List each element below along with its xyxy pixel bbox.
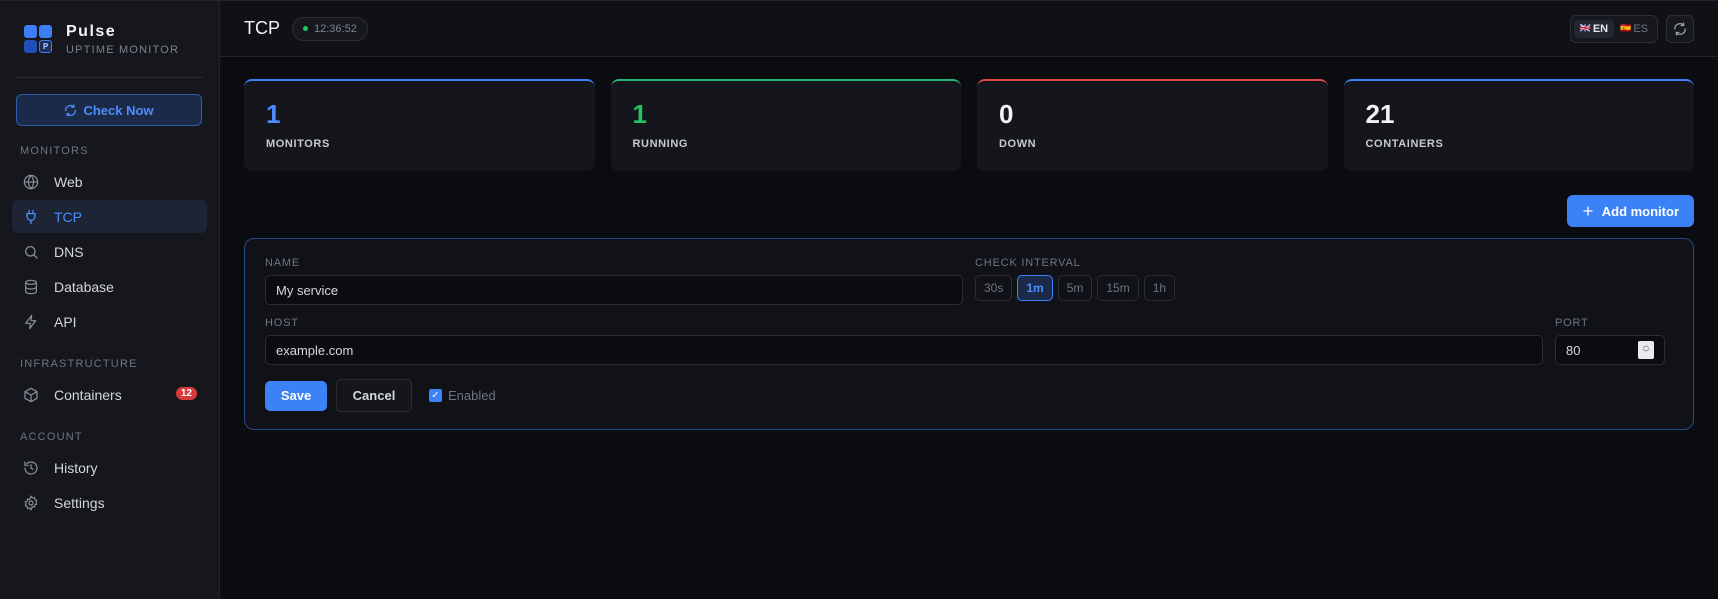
stat-label: MONITORS (266, 138, 330, 150)
database-icon (22, 278, 40, 296)
check-interval-label: CHECK INTERVAL (975, 257, 1081, 269)
port-value: 80 (1566, 342, 1581, 358)
refresh-icon (1674, 22, 1686, 35)
sidebar-item-settings[interactable]: Settings (12, 486, 207, 519)
live-clock: 12:36:52 (292, 16, 368, 41)
section-account: ACCOUNT (20, 431, 83, 443)
interval-option-15m[interactable]: 15m (1097, 275, 1139, 301)
sidebar-item-api[interactable]: API (12, 305, 207, 338)
stats-row: 1 MONITORS 1 RUNNING 0 DOWN 21 CONTAINER… (244, 79, 1694, 171)
page-title: TCP (244, 18, 280, 38)
sidebar: P Pulse UPTIME MONITOR Check Now MONITOR… (0, 1, 220, 599)
stat-card-monitors: 1 MONITORS (244, 79, 595, 171)
section-monitors: MONITORS (20, 145, 89, 157)
stat-value: 1 (632, 99, 647, 129)
brand-subtitle: UPTIME MONITOR (66, 43, 180, 56)
main-content: TCP 12:36:52 🇬🇧 EN 🇪🇸 ES 1 MONITORS 1 RU… (220, 1, 1718, 599)
host-label: HOST (265, 317, 299, 329)
history-icon (22, 459, 40, 477)
status-dot-icon (303, 26, 308, 31)
refresh-button[interactable] (1666, 14, 1694, 43)
sidebar-item-web[interactable]: Web (12, 165, 207, 198)
name-label: NAME (265, 257, 300, 269)
refresh-icon (65, 103, 77, 117)
check-now-label: Check Now (83, 102, 154, 118)
language-switcher: 🇬🇧 EN 🇪🇸 ES (1569, 14, 1658, 43)
stat-value: 1 (266, 99, 281, 129)
stat-label: DOWN (999, 138, 1037, 150)
port-label: PORT (1555, 317, 1589, 329)
stat-label: CONTAINERS (1365, 138, 1444, 150)
pulse-logo-icon: P (24, 25, 52, 53)
stat-value: 21 (1365, 99, 1395, 129)
monitor-form: NAME My service CHECK INTERVAL 30s 1m 5m… (244, 238, 1694, 430)
chevron-up-icon: ︿ (1642, 342, 1650, 349)
sidebar-item-database[interactable]: Database (12, 270, 207, 303)
chevron-down-icon: ﹀ (1642, 350, 1650, 357)
clock-time: 12:36:52 (314, 22, 357, 35)
sidebar-item-label: History (54, 459, 98, 476)
top-bar: TCP 12:36:52 🇬🇧 EN 🇪🇸 ES (220, 1, 1718, 57)
sidebar-item-tcp[interactable]: TCP (12, 200, 207, 233)
sidebar-item-label: DNS (54, 243, 84, 260)
sidebar-item-label: TCP (54, 208, 82, 225)
port-stepper[interactable]: ︿ ﹀ (1638, 341, 1654, 359)
sidebar-item-label: Containers (54, 386, 122, 403)
brand: P Pulse UPTIME MONITOR (16, 1, 203, 78)
sidebar-item-history[interactable]: History (12, 451, 207, 484)
plus-icon (1583, 206, 1593, 216)
search-icon (22, 243, 40, 261)
box-icon (22, 386, 40, 404)
enabled-checkbox[interactable]: ✓ (429, 389, 442, 402)
check-now-button[interactable]: Check Now (16, 94, 202, 126)
interval-option-5m[interactable]: 5m (1057, 275, 1093, 301)
app-window: P Pulse UPTIME MONITOR Check Now MONITOR… (0, 0, 1718, 599)
section-infrastructure: INFRASTRUCTURE (20, 358, 138, 370)
interval-selector: 30s 1m 5m 15m 1h (975, 275, 1176, 301)
stat-card-running: 1 RUNNING (610, 79, 961, 171)
sidebar-item-label: Settings (54, 494, 105, 511)
interval-option-1m[interactable]: 1m (1017, 275, 1053, 301)
uk-flag-icon: 🇬🇧 (1579, 23, 1591, 33)
host-input[interactable]: example.com (265, 335, 1543, 365)
interval-option-30s[interactable]: 30s (975, 275, 1013, 301)
containers-count-badge: 12 (175, 387, 197, 400)
plug-icon (22, 208, 40, 226)
stat-card-containers: 21 CONTAINERS (1343, 79, 1694, 171)
enabled-label: Enabled (448, 388, 496, 403)
interval-option-1h[interactable]: 1h (1143, 275, 1176, 301)
name-input[interactable]: My service (265, 275, 963, 305)
gear-icon (22, 494, 40, 512)
sidebar-item-containers[interactable]: Containers 12 (12, 378, 207, 411)
sidebar-item-label: API (54, 313, 77, 330)
add-monitor-button[interactable]: Add monitor (1566, 195, 1694, 227)
stat-label: RUNNING (632, 138, 689, 150)
language-option-es[interactable]: 🇪🇸 ES (1614, 20, 1654, 38)
stat-value: 0 (999, 99, 1014, 129)
sidebar-item-label: Database (54, 278, 114, 295)
sidebar-item-label: Web (54, 173, 83, 190)
brand-name: Pulse (66, 22, 117, 40)
save-button[interactable]: Save (265, 380, 327, 411)
stat-card-down: 0 DOWN (977, 79, 1328, 171)
lightning-icon (22, 313, 40, 331)
port-input[interactable]: 80 ︿ ﹀ (1555, 335, 1665, 365)
globe-icon (22, 173, 40, 191)
language-option-en[interactable]: 🇬🇧 EN (1573, 19, 1615, 38)
enabled-toggle[interactable]: ✓ Enabled (429, 388, 496, 403)
sidebar-item-dns[interactable]: DNS (12, 235, 207, 268)
spain-flag-icon: 🇪🇸 (1620, 23, 1632, 33)
add-monitor-label: Add monitor (1601, 203, 1679, 219)
cancel-button[interactable]: Cancel (336, 379, 412, 412)
